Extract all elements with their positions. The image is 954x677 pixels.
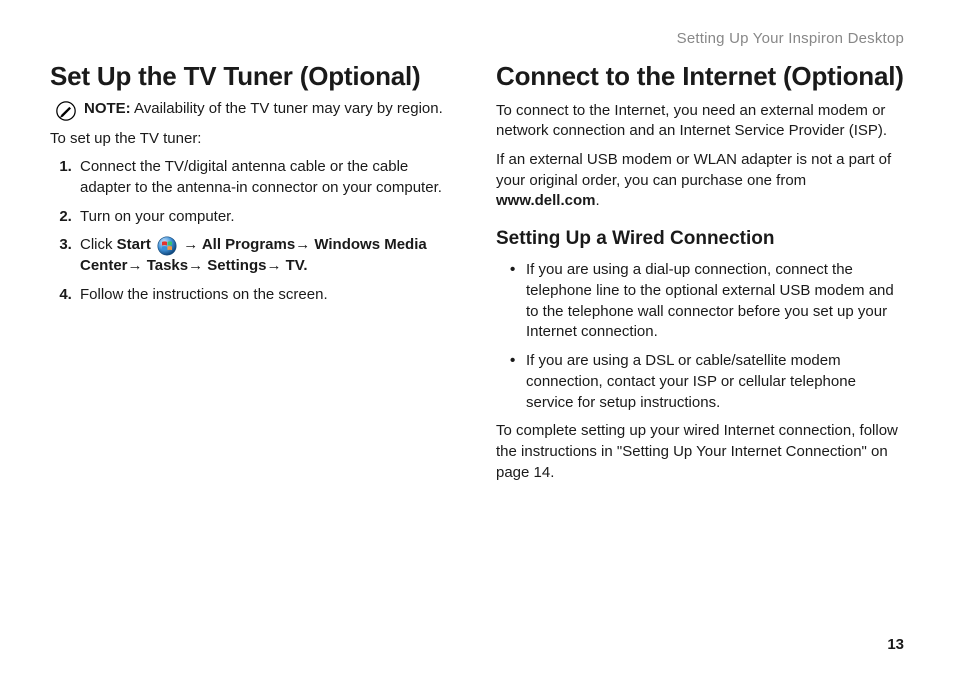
wired-bullets: If you are using a dial-up connection, c… xyxy=(496,260,904,413)
note-icon xyxy=(56,101,76,121)
wired-bullet-2: If you are using a DSL or cable/satellit… xyxy=(516,351,904,413)
tv-tuner-intro: To set up the TV tuner: xyxy=(50,129,458,150)
step-1: Connect the TV/digital antenna cable or … xyxy=(76,157,458,198)
internet-purchase: If an external USB modem or WLAN adapter… xyxy=(496,150,904,212)
dell-url: www.dell.com xyxy=(496,192,595,209)
note-body: Availability of the TV tuner may vary by… xyxy=(131,100,443,117)
step3-arrow3: → xyxy=(128,257,147,274)
wired-followup: To complete setting up your wired Intern… xyxy=(496,421,904,483)
right-column: Connect to the Internet (Optional) To co… xyxy=(496,61,904,491)
internet-p2a: If an external USB modem or WLAN adapter… xyxy=(496,151,891,189)
step3-arrow1: → xyxy=(179,236,202,253)
two-column-layout: Set Up the TV Tuner (Optional) NOTE: Ava… xyxy=(50,61,904,491)
manual-page: Setting Up Your Inspiron Desktop Set Up … xyxy=(0,0,954,677)
page-number: 13 xyxy=(887,636,904,653)
wired-bullet-1: If you are using a dial-up connection, c… xyxy=(516,260,904,343)
step3-tv: TV. xyxy=(286,257,308,274)
step3-arrow4: → xyxy=(188,257,207,274)
note-label: NOTE: xyxy=(84,100,131,117)
step3-prefix: Click xyxy=(80,236,117,253)
tv-tuner-steps: Connect the TV/digital antenna cable or … xyxy=(50,157,458,305)
note-text: NOTE: Availability of the TV tuner may v… xyxy=(84,99,443,120)
internet-p2c: . xyxy=(595,192,599,209)
windows-start-orb-icon xyxy=(157,236,177,256)
step3-all-programs: All Programs xyxy=(202,236,295,253)
note-block: NOTE: Availability of the TV tuner may v… xyxy=(56,99,458,121)
step3-arrow2: → xyxy=(295,236,314,253)
step-3: Click Start xyxy=(76,235,458,276)
running-header: Setting Up Your Inspiron Desktop xyxy=(50,30,904,47)
step-2: Turn on your computer. xyxy=(76,207,458,228)
heading-tv-tuner: Set Up the TV Tuner (Optional) xyxy=(50,61,458,93)
internet-intro: To connect to the Internet, you need an … xyxy=(496,101,904,142)
step3-start-label: Start xyxy=(117,236,151,253)
step3-settings: Settings xyxy=(207,257,266,274)
subheading-wired: Setting Up a Wired Connection xyxy=(496,226,904,252)
step3-arrow5: → xyxy=(266,257,285,274)
heading-internet: Connect to the Internet (Optional) xyxy=(496,61,904,93)
left-column: Set Up the TV Tuner (Optional) NOTE: Ava… xyxy=(50,61,458,491)
step-4: Follow the instructions on the screen. xyxy=(76,285,458,306)
step3-tasks: Tasks xyxy=(147,257,188,274)
